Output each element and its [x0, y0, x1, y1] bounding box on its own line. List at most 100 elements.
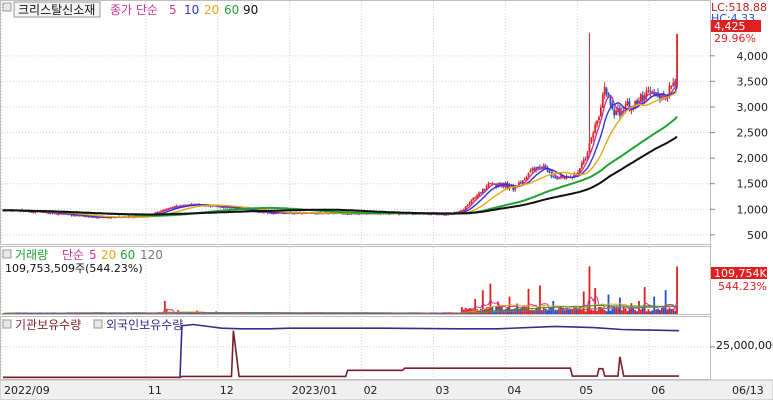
candle-body: [672, 82, 675, 86]
volume-bar: [167, 313, 170, 314]
volume-bar: [598, 306, 600, 314]
candle-body: [615, 110, 618, 115]
volume-bar: [567, 309, 570, 314]
volume-bar: [588, 266, 591, 314]
candle-body: [474, 197, 477, 199]
volume-ma-20: 20: [101, 248, 116, 262]
volume-bar: [546, 310, 549, 314]
volume-value-text: 109,753,509주(544.23%): [5, 262, 143, 275]
volume-bar: [531, 309, 534, 314]
candle-body: [649, 91, 652, 93]
candle-body: [468, 203, 471, 205]
time-tick-label: 02: [364, 384, 378, 397]
volume-bar: [653, 296, 656, 314]
volume-bar: [624, 308, 627, 314]
volume-bar: [184, 313, 187, 314]
candle-body: [554, 176, 557, 179]
holdings-panel-toggle-icon[interactable]: [2, 319, 12, 329]
candle-body: [470, 200, 473, 204]
volume-bar: [582, 291, 585, 314]
candle-body: [594, 124, 597, 134]
candle-body: [626, 101, 629, 105]
volume-percent: 544.23%: [718, 280, 767, 293]
time-tick-label: 2022/09: [4, 384, 50, 397]
volume-bar: [590, 309, 593, 314]
time-tick-label: 06/13: [732, 384, 764, 397]
candle-body: [487, 183, 490, 186]
volume-bar: [586, 307, 589, 314]
candle-body: [489, 183, 492, 185]
institution-holdings-label: 기관보유수량: [15, 318, 81, 332]
price-tick-label: 500: [747, 229, 768, 242]
candle-body: [472, 197, 475, 201]
current-volume: 109,754K: [714, 267, 767, 280]
volume-bar: [599, 306, 602, 314]
volume-bar: [639, 309, 642, 314]
candle-body: [221, 206, 223, 208]
price-ma-label: 종가 단순: [110, 3, 158, 17]
volume-bar: [660, 307, 663, 314]
candle-body: [483, 189, 486, 191]
volume-bar: [474, 298, 477, 314]
volume-bar: [657, 308, 659, 314]
price-ma-10: 10: [184, 3, 199, 17]
price-ma-90: 90: [243, 3, 258, 17]
candle-body: [613, 109, 616, 116]
volume-bar: [674, 310, 677, 314]
volume-bar: [603, 310, 606, 314]
volume-bar: [379, 313, 381, 314]
volume-bar: [200, 313, 202, 314]
volume-bar: [617, 308, 619, 314]
candle-body: [596, 120, 598, 126]
candle-body: [531, 168, 534, 171]
candle-body: [559, 175, 562, 177]
volume-bar: [647, 309, 650, 314]
candle-body: [520, 182, 522, 184]
candle-body: [523, 179, 526, 181]
volume-panel-toggle-icon[interactable]: [2, 249, 12, 259]
volume-bar: [476, 309, 479, 314]
price-tick-label: 1,500: [737, 178, 769, 191]
volume-bar: [481, 290, 484, 314]
volume-bar: [539, 285, 541, 314]
candle-body: [466, 204, 469, 207]
volume-bar: [363, 313, 366, 314]
price-ma-60: 60: [224, 3, 239, 17]
volume-bar: [676, 266, 678, 314]
candle-body: [598, 116, 600, 121]
candle-body: [584, 158, 587, 160]
volume-bar: [609, 310, 612, 314]
volume-bar: [641, 307, 644, 314]
time-tick-label: 12: [220, 384, 234, 397]
candle-body: [601, 94, 604, 108]
volume-bar: [651, 310, 654, 314]
candle-body: [647, 89, 650, 91]
foreign-holdings-label: 외국인보유수량: [106, 318, 183, 332]
volume-bar: [169, 313, 172, 314]
volume-bar: [207, 313, 210, 314]
candle-body: [552, 176, 555, 178]
price-tick-label: 1,000: [737, 203, 769, 216]
candle-body: [599, 107, 602, 117]
volume-bar: [577, 308, 579, 314]
foreign-toggle-icon[interactable]: [93, 319, 103, 329]
volume-bar: [594, 288, 597, 314]
volume-ma-60: 60: [120, 248, 135, 262]
volume-bar: [544, 308, 547, 314]
time-tick-label: 05: [579, 384, 593, 397]
time-tick-label: 06: [651, 384, 665, 397]
volume-ma-5: 5: [89, 248, 97, 262]
holdings-axis-label: 25,000,000: [716, 339, 773, 352]
volume-bar: [643, 287, 646, 314]
candle-body: [529, 170, 532, 173]
volume-bar: [527, 288, 530, 314]
price-panel-toggle-icon[interactable]: [2, 2, 12, 12]
volume-bar: [580, 309, 583, 314]
volume-bar: [217, 313, 220, 314]
stock-chart[interactable]: 500 1,000 1,500 2,000 2,500 3,000 3,500 4,000 20…: [0, 0, 773, 400]
candle-body: [580, 162, 583, 168]
volume-bar: [634, 310, 637, 314]
candle-body: [556, 177, 558, 179]
volume-bar: [668, 307, 671, 314]
volume-bar: [645, 311, 648, 314]
